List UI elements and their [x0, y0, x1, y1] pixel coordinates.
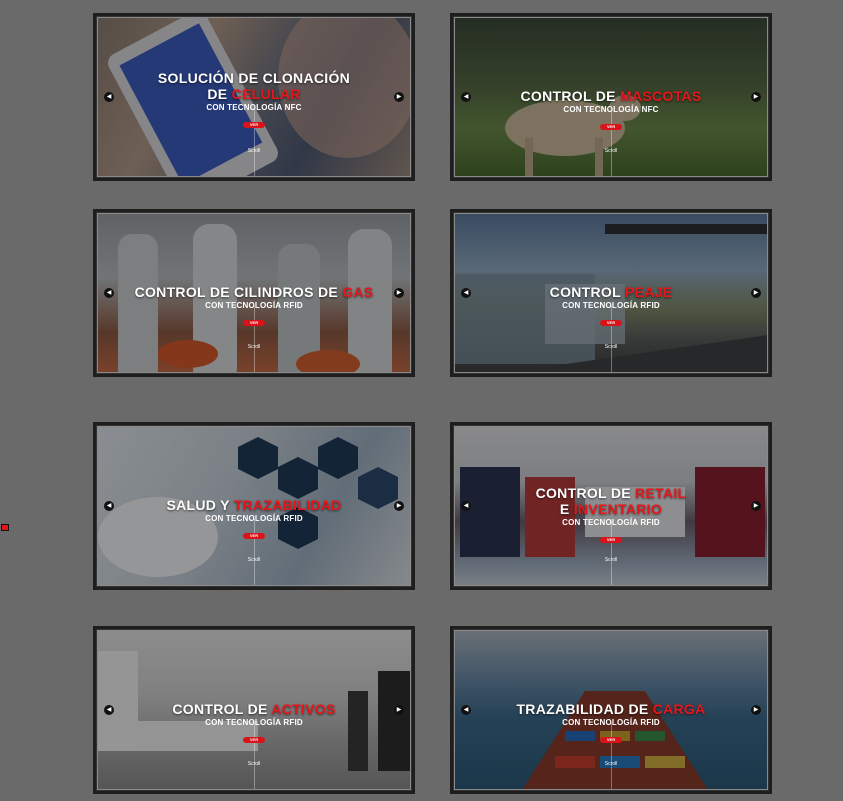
chevron-right-icon[interactable]: ▶ [751, 92, 761, 102]
ver-button[interactable]: VER [243, 122, 265, 128]
chevron-left-icon[interactable]: ◀ [461, 288, 471, 298]
card-gas[interactable]: CONTROL DE CILINDROS DE GAS CON TECNOLOG… [93, 209, 415, 377]
scroll-label: Scroll [604, 761, 618, 767]
card-frame: CONTROL DE CILINDROS DE GAS CON TECNOLOG… [97, 213, 411, 373]
card-salud[interactable]: SALUD Y TRAZABILIDAD CON TECNOLOGÍA RFID… [93, 422, 415, 590]
card-subtitle: CON TECNOLOGÍA RFID [562, 718, 660, 727]
card-title: CONTROL DE CILINDROS DE GAS [134, 284, 374, 300]
card-carga[interactable]: TRAZABILIDAD DE CARGA CON TECNOLOGÍA RFI… [450, 626, 772, 794]
card-subtitle: CON TECNOLOGÍA RFID [205, 718, 303, 727]
ver-button[interactable]: VER [600, 124, 622, 130]
card-subtitle: CON TECNOLOGÍA RFID [205, 301, 303, 310]
chevron-right-icon[interactable]: ▶ [751, 288, 761, 298]
card-frame: SALUD Y TRAZABILIDAD CON TECNOLOGÍA RFID… [97, 426, 411, 586]
card-frame: CONTROL PEAJE CON TECNOLOGÍA RFID VER Sc… [454, 213, 768, 373]
scroll-label: Scroll [247, 557, 261, 563]
chevron-left-icon[interactable]: ◀ [461, 92, 471, 102]
chevron-right-icon[interactable]: ▶ [394, 288, 404, 298]
title-highlight: ACTIVOS [271, 701, 336, 717]
card-peaje[interactable]: CONTROL PEAJE CON TECNOLOGÍA RFID VER Sc… [450, 209, 772, 377]
title-highlight: GAS [342, 284, 374, 300]
card-frame: TRAZABILIDAD DE CARGA CON TECNOLOGÍA RFI… [454, 630, 768, 790]
card-mascotas[interactable]: CONTROL DE MASCOTAS CON TECNOLOGÍA NFC V… [450, 13, 772, 181]
scroll-label: Scroll [247, 344, 261, 350]
chevron-right-icon[interactable]: ▶ [394, 92, 404, 102]
ver-button[interactable]: VER [243, 320, 265, 326]
title-highlight: CARGA [652, 701, 706, 717]
caption: CONTROL DE CILINDROS DE GAS CON TECNOLOG… [98, 284, 410, 329]
title-highlight: MASCOTAS [620, 88, 702, 104]
caption: SALUD Y TRAZABILIDAD CON TECNOLOGÍA RFID… [98, 497, 410, 542]
card-frame: SOLUCIÓN DE CLONACIÓN DE CELULAR CON TEC… [97, 17, 411, 177]
chevron-left-icon[interactable]: ◀ [104, 705, 114, 715]
title-highlight: PEAJE [624, 284, 673, 300]
ver-button[interactable]: VER [600, 537, 622, 543]
card-title: CONTROL DE ACTIVOS [172, 701, 336, 717]
caption: TRAZABILIDAD DE CARGA CON TECNOLOGÍA RFI… [455, 701, 767, 746]
card-title: CONTROL PEAJE [549, 284, 673, 300]
chevron-left-icon[interactable]: ◀ [104, 92, 114, 102]
ver-button[interactable]: VER [243, 533, 265, 539]
chevron-left-icon[interactable]: ◀ [461, 705, 471, 715]
caption: CONTROL DE ACTIVOS CON TECNOLOGÍA RFID V… [98, 701, 410, 746]
card-frame: CONTROL DE RETAIL E INVENTARIO CON TECNO… [454, 426, 768, 586]
caption: SOLUCIÓN DE CLONACIÓN DE CELULAR CON TEC… [98, 70, 410, 131]
card-subtitle: CON TECNOLOGÍA RFID [562, 301, 660, 310]
card-title: CONTROL DE MASCOTAS [520, 88, 702, 104]
chevron-left-icon[interactable]: ◀ [461, 501, 471, 511]
scroll-label: Scroll [604, 344, 618, 350]
chevron-left-icon[interactable]: ◀ [104, 288, 114, 298]
title-highlight: RETAIL [635, 485, 687, 501]
card-frame: CONTROL DE ACTIVOS CON TECNOLOGÍA RFID V… [97, 630, 411, 790]
card-celular[interactable]: SOLUCIÓN DE CLONACIÓN DE CELULAR CON TEC… [93, 13, 415, 181]
caption: CONTROL DE RETAIL E INVENTARIO CON TECNO… [455, 485, 767, 546]
card-retail[interactable]: CONTROL DE RETAIL E INVENTARIO CON TECNO… [450, 422, 772, 590]
side-tab-marker[interactable] [1, 524, 9, 531]
card-subtitle: CON TECNOLOGÍA NFC [563, 105, 659, 114]
scroll-label: Scroll [247, 148, 261, 154]
card-frame: CONTROL DE MASCOTAS CON TECNOLOGÍA NFC V… [454, 17, 768, 177]
title-highlight: CELULAR [231, 86, 301, 102]
scroll-label: Scroll [247, 761, 261, 767]
ver-button[interactable]: VER [600, 737, 622, 743]
title-highlight: TRAZABILIDAD [233, 497, 342, 513]
scroll-label: Scroll [604, 557, 618, 563]
card-subtitle: CON TECNOLOGÍA NFC [206, 103, 302, 112]
ver-button[interactable]: VER [600, 320, 622, 326]
chevron-right-icon[interactable]: ▶ [751, 705, 761, 715]
card-title: SALUD Y TRAZABILIDAD [166, 497, 342, 513]
ver-button[interactable]: VER [243, 737, 265, 743]
chevron-right-icon[interactable]: ▶ [751, 501, 761, 511]
card-subtitle: CON TECNOLOGÍA RFID [205, 514, 303, 523]
title-highlight: INVENTARIO [573, 501, 663, 517]
caption: CONTROL PEAJE CON TECNOLOGÍA RFID VER [455, 284, 767, 329]
chevron-right-icon[interactable]: ▶ [394, 705, 404, 715]
card-subtitle: CON TECNOLOGÍA RFID [562, 518, 660, 527]
scroll-label: Scroll [604, 148, 618, 154]
card-title: TRAZABILIDAD DE CARGA [516, 701, 706, 717]
chevron-left-icon[interactable]: ◀ [104, 501, 114, 511]
caption: CONTROL DE MASCOTAS CON TECNOLOGÍA NFC V… [455, 88, 767, 133]
card-activos[interactable]: CONTROL DE ACTIVOS CON TECNOLOGÍA RFID V… [93, 626, 415, 794]
card-title: SOLUCIÓN DE CLONACIÓN DE CELULAR [157, 70, 351, 102]
card-title: CONTROL DE RETAIL E INVENTARIO [535, 485, 687, 517]
chevron-right-icon[interactable]: ▶ [394, 501, 404, 511]
